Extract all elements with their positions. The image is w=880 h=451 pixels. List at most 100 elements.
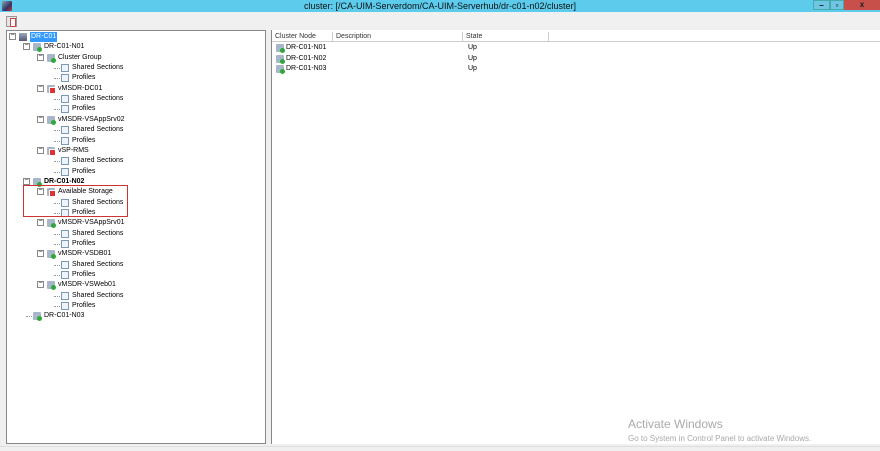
tree-item-label: vMSDR-VSWeb01 [58, 281, 116, 289]
tree-item[interactable]: Shared Sections [7, 229, 262, 239]
tree-item-label: DR-C01 [30, 32, 58, 42]
highlight-box [23, 185, 128, 217]
cluster-tree[interactable]: − DR-C01− DR-C01-N01− Cluster Group Shared S… [6, 30, 266, 444]
tree-item[interactable]: Shared Sections [7, 94, 262, 104]
tree-item-label: vMSDR-VSAppSrv02 [58, 115, 125, 123]
tree-item-label: Shared Sections [72, 157, 124, 165]
minimize-button[interactable]: – [813, 0, 830, 10]
node-online-icon [33, 312, 42, 322]
tree-item[interactable]: − vMSDR-VSDB01 [7, 249, 262, 260]
collapse-toggle[interactable]: − [37, 84, 44, 92]
tree-connector [54, 99, 60, 101]
list-row[interactable]: DR-C01-N02 Up [276, 54, 876, 64]
tree-item[interactable]: Profiles [7, 239, 262, 249]
tree-item-label: vSP-RMS [58, 146, 89, 154]
tree-connector [54, 244, 60, 245]
window-title: cluster: [/CA-UIM-Serverdom/CA-UIM-Serve… [303, 1, 577, 11]
node-name: DR-C01-N01 [286, 44, 327, 51]
section-icon [61, 74, 69, 83]
tree-connector [54, 68, 60, 70]
tree-item-label: vMSDR-VSDB01 [58, 250, 112, 258]
tree-item-label: Shared Sections [72, 64, 124, 72]
collapse-toggle[interactable]: − [37, 53, 44, 61]
node-online-icon [47, 250, 56, 260]
node-name: DR-C01-N03 [286, 65, 327, 72]
column-header-description[interactable]: Description [333, 32, 463, 42]
tree-item[interactable]: Shared Sections [7, 125, 262, 135]
tree-connector [54, 275, 60, 277]
section-icon [61, 95, 69, 104]
tree-item[interactable]: Shared Sections [7, 63, 262, 73]
tree-item-label: Shared Sections [72, 126, 124, 134]
tree-item[interactable]: DR-C01-N03 [7, 311, 262, 322]
list-header: Cluster Node Description State [272, 32, 880, 42]
tree-item[interactable]: − vMSDR-VSAppSrv01 [7, 218, 262, 229]
restore-button[interactable]: ▫ [830, 0, 844, 10]
node-online-icon [276, 65, 285, 74]
collapse-toggle[interactable]: − [37, 280, 44, 289]
tree-item[interactable]: Shared Sections [7, 156, 262, 166]
section-icon [61, 157, 69, 166]
tree-item[interactable]: Profiles [7, 270, 262, 280]
collapse-toggle[interactable]: − [37, 218, 44, 227]
tree-item[interactable]: Profiles [7, 301, 262, 311]
tree-connector [54, 264, 60, 266]
tree-item[interactable]: Profiles [7, 73, 262, 83]
column-header-state[interactable]: State [463, 32, 549, 42]
tree-connector [54, 130, 60, 132]
section-icon [61, 240, 69, 248]
collapse-toggle[interactable]: − [23, 177, 30, 185]
section-icon [61, 136, 69, 145]
tree-item[interactable]: Profiles [7, 167, 262, 177]
tree-item[interactable]: − DR-C01 [7, 32, 262, 42]
collapse-toggle[interactable]: − [9, 32, 16, 40]
tree-connector [54, 295, 60, 297]
tree-item[interactable]: − vMSDR-VSAppSrv02 [7, 115, 262, 125]
tree-item[interactable]: Shared Sections [7, 260, 262, 270]
tree-item[interactable]: − vSP-RMS [7, 146, 262, 156]
tree-item-label: Shared Sections [72, 229, 124, 237]
section-icon [61, 64, 69, 73]
tree-item[interactable]: − vMSDR-VSWeb01 [7, 280, 262, 291]
node-offline-icon [47, 146, 56, 156]
collapse-toggle[interactable]: − [37, 249, 44, 258]
node-offline-icon [47, 84, 56, 94]
tree-item[interactable]: Shared Sections [7, 291, 262, 301]
cluster-node-list[interactable]: Cluster Node Description State DR-C01-N0… [271, 30, 880, 444]
status-bar [0, 446, 880, 451]
tree-connector [54, 161, 60, 163]
node-state: Up [468, 54, 477, 62]
section-icon [61, 167, 69, 176]
cluster-icon [19, 33, 27, 41]
section-icon [61, 126, 69, 135]
tree-item[interactable]: − vMSDR-DC01 [7, 84, 262, 94]
node-online-icon [33, 43, 42, 53]
node-state: Up [468, 65, 477, 72]
section-icon [61, 229, 69, 238]
tree-item-label: Shared Sections [72, 260, 124, 268]
tree-connector [54, 78, 60, 80]
tree-connector [54, 109, 60, 111]
tree-item-label: Shared Sections [72, 291, 124, 299]
collapse-toggle[interactable]: − [23, 42, 30, 51]
collapse-toggle[interactable]: − [37, 115, 44, 123]
close-button[interactable]: x [844, 0, 880, 10]
node-name: DR-C01-N02 [286, 54, 327, 62]
list-row[interactable]: DR-C01-N03 Up [276, 64, 876, 74]
collapse-toggle[interactable]: − [37, 146, 44, 154]
tree-connector [26, 316, 32, 318]
list-row[interactable]: DR-C01-N01 Up [276, 43, 876, 53]
watermark-subtitle: Go to System in Control Panel to activat… [628, 434, 812, 443]
tree-item-label: Cluster Group [58, 53, 102, 61]
tree-item[interactable]: − DR-C01-N01 [7, 42, 262, 53]
tree-item[interactable]: Profiles [7, 104, 262, 114]
node-online-icon [47, 219, 56, 229]
column-header-cluster-node[interactable]: Cluster Node [272, 32, 333, 42]
node-online-icon [47, 281, 56, 291]
toolbar-document-button[interactable] [6, 16, 17, 27]
tree-item-label: Profiles [72, 167, 96, 175]
node-state: Up [468, 44, 477, 51]
tree-item[interactable]: Profiles [7, 136, 262, 146]
tree-item[interactable]: − Cluster Group [7, 53, 262, 63]
tree-item-label: Profiles [72, 74, 96, 82]
